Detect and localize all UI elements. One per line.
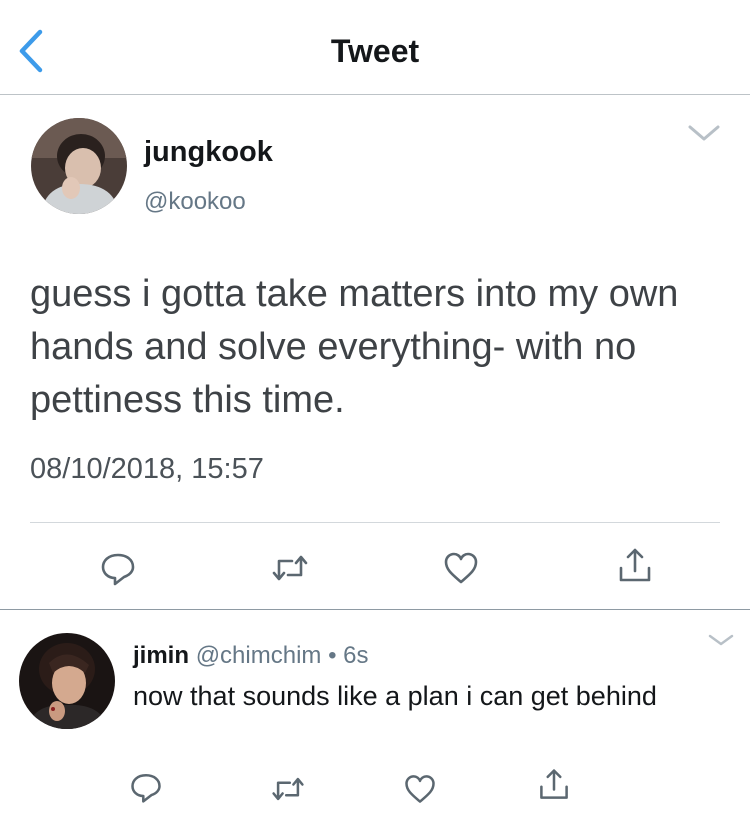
divider bbox=[30, 522, 720, 523]
page-title: Tweet bbox=[330, 33, 420, 69]
user-handle[interactable]: @chimchim bbox=[196, 642, 322, 669]
chevron-down-icon bbox=[708, 634, 734, 646]
share-button[interactable] bbox=[536, 767, 572, 803]
tweet-text: now that sounds like a plan i can get be… bbox=[133, 681, 657, 711]
top-bar: Tweet bbox=[0, 0, 750, 95]
retweet-icon bbox=[272, 777, 304, 801]
tweet-timestamp: 08/10/2018, 15:57 bbox=[30, 453, 264, 485]
reply-icon bbox=[101, 553, 135, 586]
tweet-age: 6s bbox=[343, 642, 369, 669]
retweet-icon bbox=[272, 555, 308, 581]
reply-icon bbox=[131, 774, 161, 803]
display-name[interactable]: jimin bbox=[133, 642, 189, 669]
tweet-menu-button[interactable] bbox=[686, 122, 722, 144]
reply-button[interactable] bbox=[98, 548, 138, 588]
avatar[interactable] bbox=[19, 633, 115, 729]
share-button[interactable] bbox=[615, 546, 655, 586]
chevron-down-icon bbox=[688, 125, 720, 141]
tweet-menu-button[interactable] bbox=[706, 632, 736, 648]
tweet-text: guess i gotta take matters into my own h… bbox=[30, 273, 679, 421]
avatar-photo bbox=[31, 118, 127, 214]
separator-dot: • bbox=[328, 642, 337, 669]
like-icon bbox=[444, 552, 478, 584]
main-tweet: jungkook @kookoo guess i gotta take matt… bbox=[0, 96, 750, 610]
avatar-photo bbox=[19, 633, 115, 729]
display-name[interactable]: jungkook bbox=[144, 136, 273, 169]
reply-button[interactable] bbox=[128, 769, 164, 805]
share-icon bbox=[540, 769, 568, 799]
user-handle[interactable]: @kookoo bbox=[144, 188, 246, 216]
reply-header: jimin @chimchim • 6s bbox=[133, 642, 369, 670]
avatar[interactable] bbox=[31, 118, 127, 214]
share-icon bbox=[619, 548, 651, 582]
like-button[interactable] bbox=[402, 771, 438, 807]
retweet-button[interactable] bbox=[270, 771, 306, 807]
like-icon bbox=[405, 775, 435, 803]
retweet-button[interactable] bbox=[270, 548, 310, 588]
like-button[interactable] bbox=[441, 548, 481, 588]
reply-tweet[interactable]: jimin @chimchim • 6s now that sounds lik… bbox=[0, 611, 750, 828]
